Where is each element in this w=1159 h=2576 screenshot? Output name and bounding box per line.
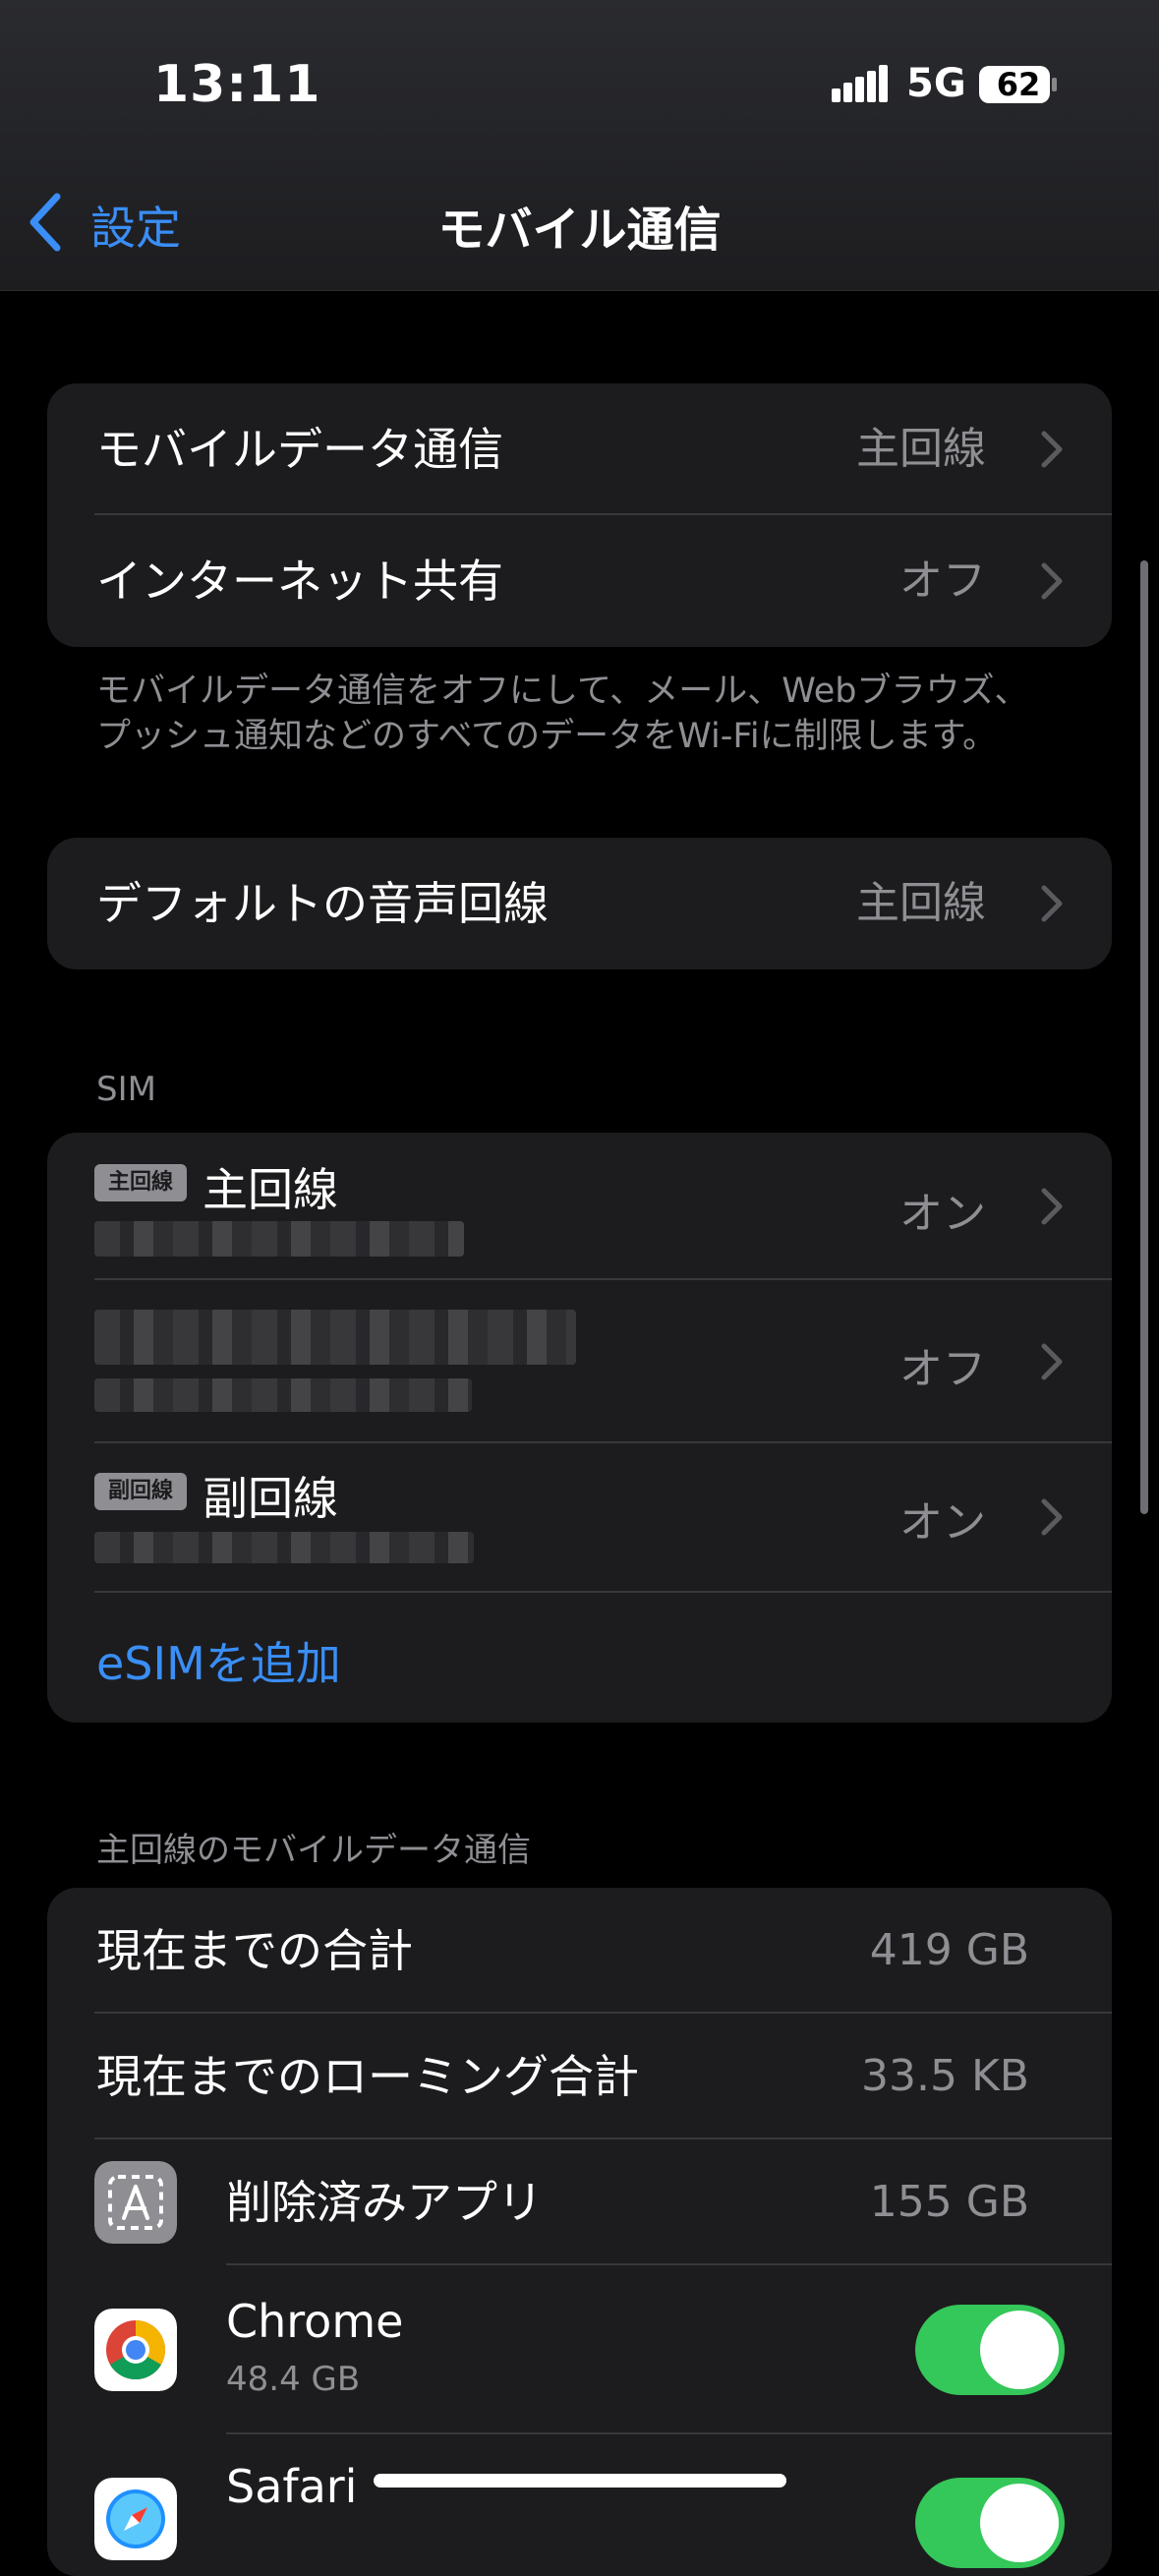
safari-icon <box>94 2478 177 2560</box>
app-name: Chrome <box>226 2295 404 2348</box>
footnote-line: モバイルデータ通信をオフにして、メール、Webブラウズ、 <box>96 672 1029 711</box>
safari-cellular-toggle[interactable] <box>915 2478 1065 2568</box>
chevron-right-icon <box>1041 431 1063 468</box>
sim-section-header: SIM <box>96 1070 156 1109</box>
sim-row-primary[interactable]: 主回線 主回線 オン <box>47 1133 1112 1280</box>
row-value: 419 GB <box>869 1925 1029 1975</box>
usage-row-deleted-apps[interactable]: 削除済みアプリ 155 GB <box>47 2139 1112 2265</box>
sim-group: 主回線 主回線 オン オフ 副回線 副回線 オン eSIMを追加 <box>47 1133 1112 1723</box>
cellular-data-footnote: モバイルデータ通信をオフにして、メール、Webブラウズ、 プッシュ通知などのすべ… <box>96 669 1079 759</box>
usage-group: 現在までの合計 419 GB 現在までのローミング合計 33.5 KB 削除済み… <box>47 1888 1112 2576</box>
sim-status: オフ <box>899 1344 986 1394</box>
redacted-number <box>94 1378 472 1412</box>
toggle-knob <box>980 2484 1059 2562</box>
chrome-icon <box>94 2309 177 2391</box>
cellular-data-group: モバイルデータ通信 主回線 インターネット共有 オフ <box>47 383 1112 647</box>
usage-section-header: 主回線のモバイルデータ通信 <box>96 1831 531 1870</box>
network-type-label: 5G <box>906 61 966 106</box>
settings-row-cellular-data[interactable]: モバイルデータ通信 主回線 <box>47 383 1112 515</box>
sim-name: 主回線 <box>203 1163 338 1216</box>
chevron-right-icon <box>1041 1188 1063 1225</box>
usage-row-chrome: Chrome 48.4 GB <box>47 2265 1112 2434</box>
row-value: 155 GB <box>869 2177 1029 2227</box>
row-value: 主回線 <box>856 878 986 928</box>
settings-row-default-voice-line[interactable]: デフォルトの音声回線 主回線 <box>47 838 1112 969</box>
app-usage: 48.4 GB <box>226 2360 361 2399</box>
sim-row-secondary[interactable]: 副回線 副回線 オン <box>47 1443 1112 1593</box>
sim-row-redacted[interactable]: オフ <box>47 1280 1112 1443</box>
deleted-apps-icon <box>94 2161 177 2244</box>
row-label: デフォルトの音声回線 <box>96 877 549 930</box>
row-value: オフ <box>899 556 986 606</box>
row-label: 現在までの合計 <box>96 1924 413 1977</box>
sim-badge-primary: 主回線 <box>94 1164 187 1201</box>
usage-row-roaming: 現在までのローミング合計 33.5 KB <box>47 2014 1112 2139</box>
cellular-signal-icon <box>832 65 888 102</box>
default-voice-group: デフォルトの音声回線 主回線 <box>47 838 1112 969</box>
usage-row-safari: Safari <box>47 2434 1112 2576</box>
home-indicator[interactable] <box>374 2474 786 2488</box>
redacted-number <box>94 1532 474 1563</box>
add-esim-button[interactable]: eSIMを追加 <box>96 1628 341 1693</box>
row-label: 削除済みアプリ <box>226 2176 543 2229</box>
usage-row-total: 現在までの合計 419 GB <box>47 1888 1112 2014</box>
page-title: モバイル通信 <box>437 203 722 258</box>
chevron-right-icon <box>1041 1498 1063 1536</box>
redacted-number <box>94 1221 464 1257</box>
status-time: 13:11 <box>153 55 321 114</box>
row-label: モバイルデータ通信 <box>96 423 503 476</box>
row-value: 33.5 KB <box>861 2051 1029 2101</box>
sim-status: オン <box>899 1189 986 1239</box>
sim-status: オン <box>899 1497 986 1548</box>
app-name: Safari <box>226 2460 358 2513</box>
navigation-header: 13:11 5G 62 設定 モバイル通信 <box>0 0 1159 291</box>
sim-name: 副回線 <box>203 1472 338 1525</box>
chevron-right-icon <box>1041 562 1063 600</box>
scroll-indicator[interactable] <box>1140 560 1148 1514</box>
chrome-cellular-toggle[interactable] <box>915 2305 1065 2395</box>
footnote-line: プッシュ通知などのすべてのデータをWi-Fiに制限します。 <box>96 717 998 756</box>
toggle-knob <box>980 2311 1059 2389</box>
add-esim-row[interactable]: eSIMを追加 <box>47 1593 1112 1723</box>
redacted-sim-name <box>94 1310 576 1365</box>
row-label: インターネット共有 <box>96 555 503 608</box>
chevron-right-icon <box>1041 885 1063 922</box>
settings-row-personal-hotspot[interactable]: インターネット共有 オフ <box>47 515 1112 647</box>
battery-level: 62 <box>996 66 1041 103</box>
sim-badge-secondary: 副回線 <box>94 1473 187 1510</box>
chevron-right-icon <box>1041 1343 1063 1380</box>
row-label: 現在までのローミング合計 <box>96 2050 639 2103</box>
row-value: 主回線 <box>856 424 986 474</box>
